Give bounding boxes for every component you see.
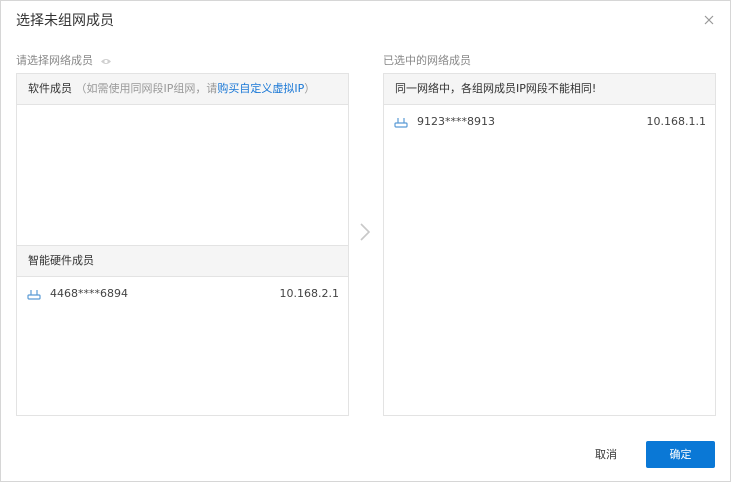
chevron-right-icon[interactable] (358, 222, 372, 242)
software-note-prefix: （如需使用同网段IP组网，请 (75, 82, 218, 95)
member-id: 4468****6894 (50, 287, 128, 300)
dialog-title: 选择未组网成员 (16, 13, 114, 29)
close-icon[interactable] (702, 13, 716, 27)
member-row[interactable]: 9123****8913 10.168.1.1 (384, 105, 715, 139)
member-row[interactable]: 4468****6894 10.168.2.1 (17, 277, 348, 311)
software-members-title: 软件成员 (28, 82, 72, 95)
select-members-dialog: 选择未组网成员 请选择网络成员 软件成员 （如需使用同网段IP组网，请购买自定义… (0, 0, 731, 482)
selected-members-panel: 同一网络中，各组网成员IP网段不能相同! 9123****8913 10.168… (383, 73, 716, 416)
selected-members-header: 同一网络中，各组网成员IP网段不能相同! (384, 74, 715, 105)
right-section-label: 已选中的网络成员 (383, 54, 471, 67)
software-members-header: 软件成员 （如需使用同网段IP组网，请购买自定义虚拟IP） (17, 74, 348, 105)
cancel-button[interactable]: 取消 (584, 442, 628, 468)
hardware-members-title: 智能硬件成员 (28, 254, 94, 267)
software-members-list (17, 105, 348, 246)
buy-custom-ip-link[interactable]: 购买自定义虚拟IP (217, 82, 304, 95)
confirm-button[interactable]: 确定 (646, 441, 715, 468)
member-ip: 10.168.2.1 (279, 287, 339, 300)
available-members-panel: 软件成员 （如需使用同网段IP组网，请购买自定义虚拟IP） 智能硬件成员 446… (16, 73, 349, 416)
left-section-label: 请选择网络成员 (16, 52, 112, 68)
software-note-suffix: ） (304, 82, 316, 95)
left-section-text: 请选择网络成员 (16, 54, 93, 67)
hardware-members-header: 智能硬件成员 (17, 246, 348, 277)
eye-icon[interactable] (100, 57, 112, 66)
member-id: 9123****8913 (417, 115, 495, 128)
member-ip: 10.168.1.1 (646, 115, 706, 128)
router-icon (394, 118, 408, 128)
router-icon (27, 290, 41, 300)
